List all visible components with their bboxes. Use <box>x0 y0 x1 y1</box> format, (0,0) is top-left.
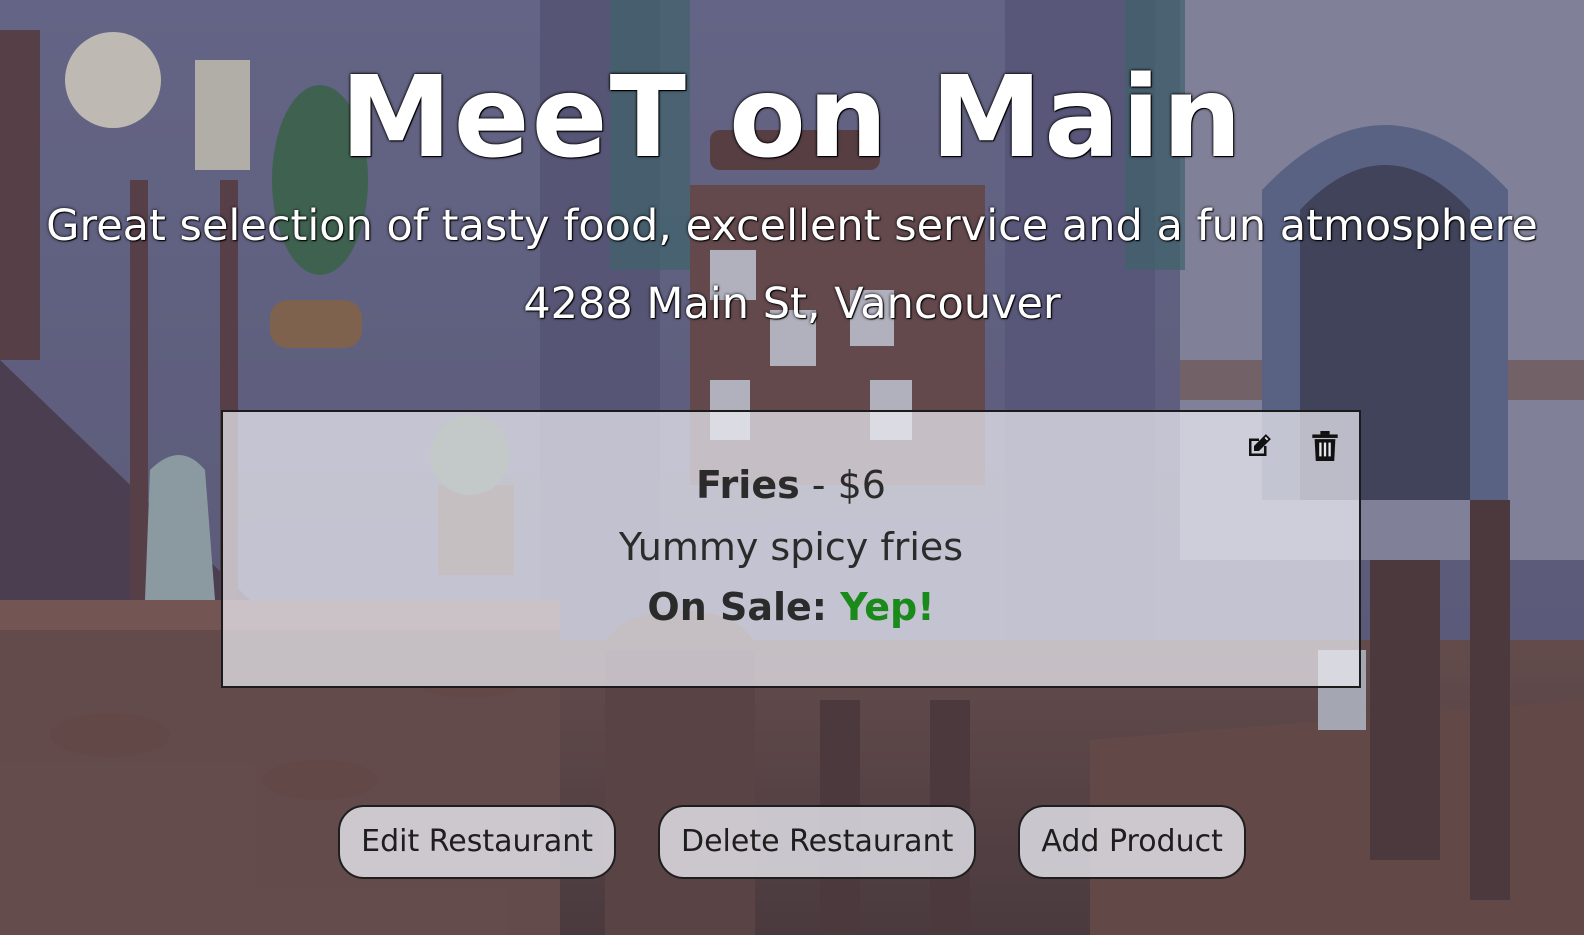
product-description: Yummy spicy fries <box>618 525 964 569</box>
edit-restaurant-button[interactable]: Edit Restaurant <box>338 805 616 879</box>
product-sale-status: On Sale: Yep! <box>223 584 1359 630</box>
sale-label: On Sale: <box>647 585 827 629</box>
restaurant-page: MeeT on Main Great selection of tasty fo… <box>0 0 1584 935</box>
restaurant-address: 4288 Main St, Vancouver <box>523 279 1061 329</box>
restaurant-description: Great selection of tasty food, excellent… <box>46 201 1538 251</box>
product-price: $6 <box>837 463 886 507</box>
delete-restaurant-button[interactable]: Delete Restaurant <box>658 805 977 879</box>
delete-product-button[interactable] <box>1309 430 1341 462</box>
product-card-actions <box>1243 430 1341 462</box>
price-separator: - <box>799 463 838 507</box>
product-card: Fries - $6 Yummy spicy fries On Sale: Ye… <box>221 410 1361 688</box>
sale-value: Yep! <box>840 585 935 629</box>
product-title: Fries - $6 <box>223 462 1359 508</box>
edit-product-button[interactable] <box>1243 430 1275 462</box>
product-name: Fries <box>696 463 800 507</box>
trash-icon <box>1312 431 1338 461</box>
add-product-button[interactable]: Add Product <box>1018 805 1246 879</box>
edit-icon <box>1249 434 1271 456</box>
restaurant-name: MeeT on Main <box>340 53 1244 183</box>
restaurant-actions: Edit Restaurant Delete Restaurant Add Pr… <box>0 805 1584 879</box>
